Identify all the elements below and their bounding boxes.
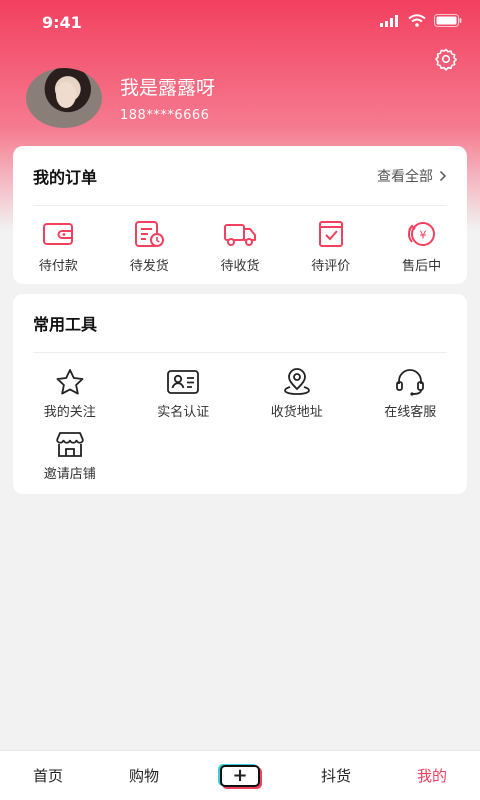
tab-home[interactable]: 首页 [0, 765, 96, 786]
avatar[interactable] [26, 68, 102, 128]
status-bar: 9:41 [0, 0, 480, 44]
clipboard-clock-icon [135, 221, 165, 247]
order-pending-review[interactable]: 待评价 [285, 220, 376, 274]
tool-identity-verification[interactable]: 实名认证 [127, 368, 241, 430]
tool-label: 收货地址 [270, 405, 323, 420]
tool-label: 实名认证 [157, 405, 210, 420]
settings-gear-icon[interactable] [434, 47, 458, 71]
order-label: 待评价 [311, 259, 351, 274]
tools-title: 常用工具 [33, 315, 98, 334]
username: 我是露露呀 [120, 77, 216, 99]
tool-online-support[interactable]: 在线客服 [354, 368, 468, 430]
add-icon: + [220, 764, 260, 787]
tool-label: 我的关注 [43, 405, 96, 420]
star-icon [56, 369, 84, 395]
chevron-right-icon [439, 170, 447, 181]
headset-icon [396, 369, 425, 396]
see-all-orders-link[interactable]: 查看全部 [377, 166, 447, 186]
id-card-icon [167, 370, 200, 394]
refund-icon: ¥ [407, 222, 435, 246]
store-icon [55, 432, 84, 457]
see-all-label: 查看全部 [377, 168, 433, 185]
tool-label: 在线客服 [384, 405, 437, 420]
truck-icon [223, 224, 256, 246]
phone-number: 188****6666 [120, 108, 210, 123]
tools-card: 常用工具 我的关注 实名认证 收货地址 在线客服 邀请店铺 [13, 294, 467, 494]
order-after-sales[interactable]: ¥ 售后中 [376, 220, 467, 274]
tab-douhuo[interactable]: 抖货 [288, 765, 384, 786]
bottom-tab-bar: 首页 购物 + 抖货 我的 [0, 750, 480, 800]
tab-shopping[interactable]: 购物 [96, 765, 192, 786]
tab-mine[interactable]: 我的 [384, 765, 480, 786]
location-pin-icon [283, 368, 310, 395]
orders-card: 我的订单 查看全部 待付款 待发货 待收货 待评价 ¥ 售后中 [13, 146, 467, 284]
order-pending-shipment[interactable]: 待发货 [104, 220, 195, 274]
review-icon [318, 221, 343, 247]
status-icons [380, 14, 462, 27]
tool-shipping-address[interactable]: 收货地址 [240, 368, 354, 430]
order-label: 待收货 [220, 259, 260, 274]
order-label: 售后中 [402, 259, 442, 274]
wifi-icon [408, 14, 426, 27]
orders-title: 我的订单 [33, 167, 98, 187]
battery-icon [434, 14, 462, 27]
tab-add[interactable]: + [192, 764, 288, 787]
order-pending-receipt[interactable]: 待收货 [195, 220, 286, 274]
tool-label: 邀请店铺 [43, 467, 96, 482]
order-label: 待付款 [38, 259, 78, 274]
wallet-icon [43, 223, 74, 245]
order-pending-payment[interactable]: 待付款 [13, 220, 104, 274]
tool-invite-store[interactable]: 邀请店铺 [13, 430, 127, 492]
order-label: 待发货 [129, 259, 169, 274]
tool-my-follows[interactable]: 我的关注 [13, 368, 127, 430]
signal-icon [380, 14, 398, 27]
profile-section[interactable]: 我是露露呀 188****6666 [26, 68, 215, 128]
svg-text:¥: ¥ [419, 229, 426, 242]
status-time: 9:41 [42, 13, 82, 32]
